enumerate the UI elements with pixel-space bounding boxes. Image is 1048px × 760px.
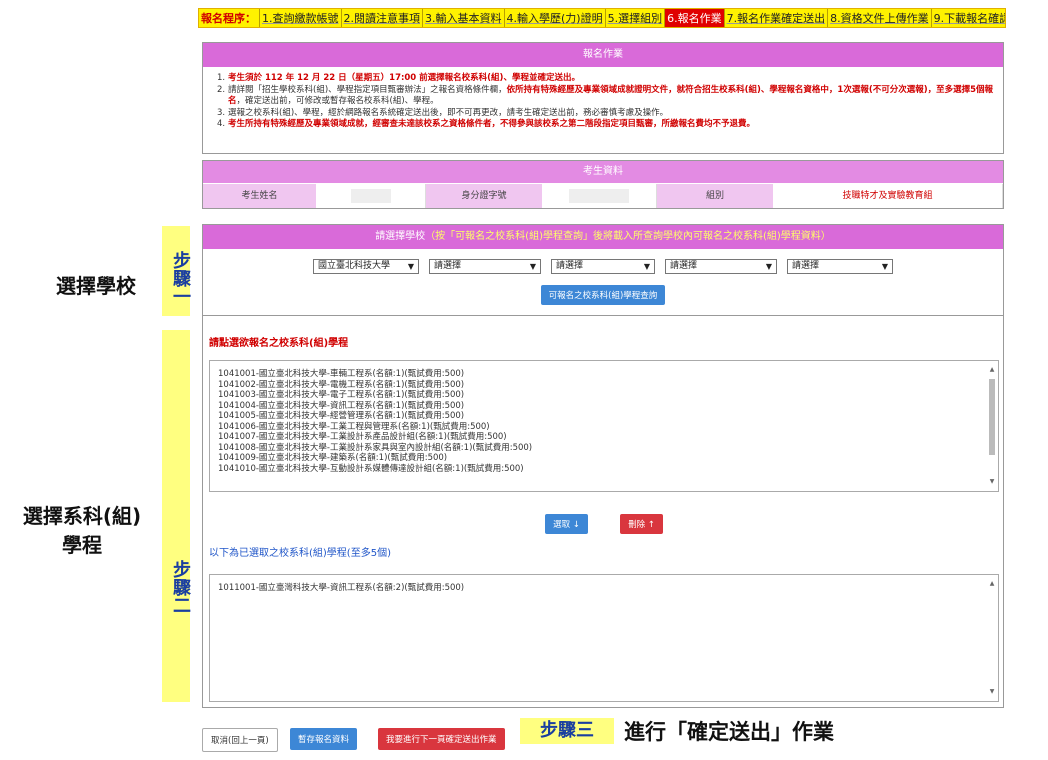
program-list-title: 請點選欲報名之校系科(組)學程	[209, 338, 349, 349]
pick-button[interactable]: 選取 ↓	[545, 514, 588, 534]
notice-panel: 報名作業 1. 考生須於 112 年 12 月 22 日（星期五）17:00 前…	[202, 42, 1004, 154]
process-step-5[interactable]: 5.選擇組別	[604, 9, 665, 27]
notice-item: 1. 考生須於 112 年 12 月 22 日（星期五）17:00 前選擇報名校…	[217, 73, 580, 83]
next-step-button[interactable]: 我要進行下一頁確定送出作業	[378, 728, 505, 750]
scroll-up-icon[interactable]: ▲	[988, 365, 996, 376]
list-item[interactable]: 1041010-國立臺北科技大學-互動設計系媒體傳達設計組(名額:1)(甄試費用…	[218, 464, 990, 475]
notice-text: 請詳閱「招生學校系科(組)、學程指定項目甄審辦法」之報名資格條件欄，	[228, 84, 507, 95]
notice-text: 考生須於 112 年 12 月 22 日（星期五）17:00 前選擇報名校系科(…	[228, 73, 580, 83]
save-draft-button[interactable]: 暫存報名資料	[290, 728, 358, 750]
filter-select-2[interactable]: 請選擇 ▼	[551, 259, 655, 274]
chevron-down-icon: ▼	[881, 262, 888, 271]
school-filters: 國立臺北科技大學 ▼ 請選擇 ▼ 請選擇 ▼ 請選擇 ▼ 請選擇 ▼	[203, 259, 1003, 274]
group-value: 技職特才及實驗教育組	[773, 184, 1003, 208]
id-value	[542, 184, 657, 208]
process-step-3[interactable]: 3.輸入基本資料	[422, 9, 504, 27]
list-item[interactable]: 1041004-國立臺北科技大學-資訊工程系(名額:1)(甄試費用:500)	[218, 401, 990, 412]
list-item[interactable]: 1041003-國立臺北科技大學-電子工程系(名額:1)(甄試費用:500)	[218, 390, 990, 401]
chevron-down-icon: ▼	[765, 262, 772, 271]
list-item[interactable]: 1041002-國立臺北科技大學-電機工程系(名額:1)(甄試費用:500)	[218, 380, 990, 391]
group-label: 組別	[657, 184, 773, 208]
process-step-2[interactable]: 2.閱讀注意事項	[340, 9, 423, 27]
notice-title: 報名作業	[203, 43, 1003, 67]
notice-item: 3. 選報之校系科(組)、學程，經於網路報名系統確定送出後，即不可再更改，請考生…	[217, 107, 669, 118]
process-step-7[interactable]: 7.報名作業確定送出	[723, 9, 828, 27]
school-select-title: 請選擇學校（按「可報名之校系科(組)學程查詢」後將載入所查詢學校內可報名之校系科…	[203, 225, 1003, 249]
chevron-down-icon: ▼	[407, 262, 414, 271]
scroll-thumb[interactable]	[989, 379, 995, 455]
list-item[interactable]: 1041005-國立臺北科技大學-經營管理系(名額:1)(甄試費用:500)	[218, 411, 990, 422]
scroll-up-icon[interactable]: ▲	[988, 579, 996, 590]
step2-tag: 步驟二	[162, 330, 191, 702]
list-item[interactable]: 1041001-國立臺北科技大學-車輛工程系(名額:1)(甄試費用:500)	[218, 369, 990, 380]
school-select-panel: 請選擇學校（按「可報名之校系科(組)學程查詢」後將載入所查詢學校內可報名之校系科…	[202, 224, 1004, 316]
program-listbox[interactable]: 1041001-國立臺北科技大學-車輛工程系(名額:1)(甄試費用:500) 1…	[209, 360, 999, 492]
notice-item: 2. 請詳閱「招生學校系科(組)、學程指定項目甄審辦法」之報名資格條件欄，依所持…	[217, 84, 994, 107]
notice-text: 選報之校系科(組)、學程，經於網路報名系統確定送出後，即不可再更改，請考生確定送…	[228, 107, 669, 118]
selected-listbox[interactable]: 1011001-國立臺灣科技大學-資訊工程系(名額:2)(甄試費用:500) ▲…	[209, 574, 999, 702]
filter-select-4[interactable]: 請選擇 ▼	[787, 259, 893, 274]
notice-item: 4. 考生所持有特殊經歷及專業領域成就，經審查未達該校系之資格條件者，不得參與該…	[217, 119, 756, 129]
notice-text: 考生所持有特殊經歷及專業領域成就，經審查未達該校系之資格條件者，不得參與該校系之…	[228, 119, 756, 129]
filter-select-1[interactable]: 請選擇 ▼	[429, 259, 541, 274]
process-step-8[interactable]: 8.資格文件上傳作業	[827, 9, 931, 27]
registration-process-bar: 報名程序： 1.查詢繳款帳號 2.閱讀注意事項 3.輸入基本資料 4.輸入學歷(…	[198, 8, 1006, 28]
list-item[interactable]: 1041009-國立臺北科技大學-建築系(名額:1)(甄試費用:500)	[218, 453, 990, 464]
student-info-table: 考生資料 考生姓名 身分證字號 組別 技職特才及實驗教育組	[202, 160, 1004, 209]
step3-instruction: 進行「確定送出」作業	[624, 720, 834, 744]
process-label: 報名程序：	[201, 12, 256, 25]
name-value	[316, 184, 426, 208]
list-item[interactable]: 1041008-國立臺北科技大學-工業設計系家具與室內設計組(名額:1)(甄試費…	[218, 443, 990, 454]
school-select[interactable]: 國立臺北科技大學 ▼	[313, 259, 419, 274]
listbox-scrollbar[interactable]: ▲ ▼	[988, 579, 996, 697]
listbox-scrollbar[interactable]: ▲ ▼	[988, 365, 996, 487]
filter-select-3[interactable]: 請選擇 ▼	[665, 259, 777, 274]
id-label: 身分證字號	[426, 184, 542, 208]
annotation-choose-program: 選擇系科(組) 學程	[22, 504, 142, 557]
notice-text: ，確定送出前，可修改或暫存報名校系科(組)、學程。	[236, 96, 439, 106]
program-select-panel: 請點選欲報名之校系科(組)學程 1041001-國立臺北科技大學-車輛工程系(名…	[202, 316, 1004, 708]
chevron-down-icon: ▼	[529, 262, 536, 271]
scroll-down-icon[interactable]: ▼	[988, 477, 996, 488]
back-button[interactable]: 取消(回上一頁)	[202, 728, 278, 752]
name-label: 考生姓名	[203, 184, 316, 208]
list-item[interactable]: 1041006-國立臺北科技大學-工業工程與管理系(名額:1)(甄試費用:500…	[218, 422, 990, 433]
scroll-down-icon[interactable]: ▼	[988, 687, 996, 698]
selected-list-title: 以下為已選取之校系科(組)學程(至多5個)	[209, 548, 391, 559]
chevron-down-icon: ▼	[643, 262, 650, 271]
process-step-1[interactable]: 1.查詢繳款帳號	[259, 9, 341, 27]
process-step-9[interactable]: 9.下載報名確認單	[930, 9, 1005, 27]
step3-tag: 步驟三	[520, 718, 614, 744]
list-item[interactable]: 1011001-國立臺灣科技大學-資訊工程系(名額:2)(甄試費用:500)	[218, 583, 990, 594]
student-info-title: 考生資料	[203, 161, 1003, 183]
notice-list: 1. 考生須於 112 年 12 月 22 日（星期五）17:00 前選擇報名校…	[203, 67, 1003, 131]
annotation-choose-school: 選擇學校	[56, 274, 136, 298]
list-item[interactable]: 1041007-國立臺北科技大學-工業設計系產品設計組(名額:1)(甄試費用:5…	[218, 432, 990, 443]
step1-tag: 步驟一	[162, 226, 191, 316]
process-step-6[interactable]: 6.報名作業	[664, 9, 724, 27]
remove-button[interactable]: 刪除 ↑	[620, 514, 663, 534]
query-programs-button[interactable]: 可報名之校系科(組)學程查詢	[540, 285, 666, 305]
process-step-4[interactable]: 4.輸入學歷(力)證明	[503, 9, 605, 27]
